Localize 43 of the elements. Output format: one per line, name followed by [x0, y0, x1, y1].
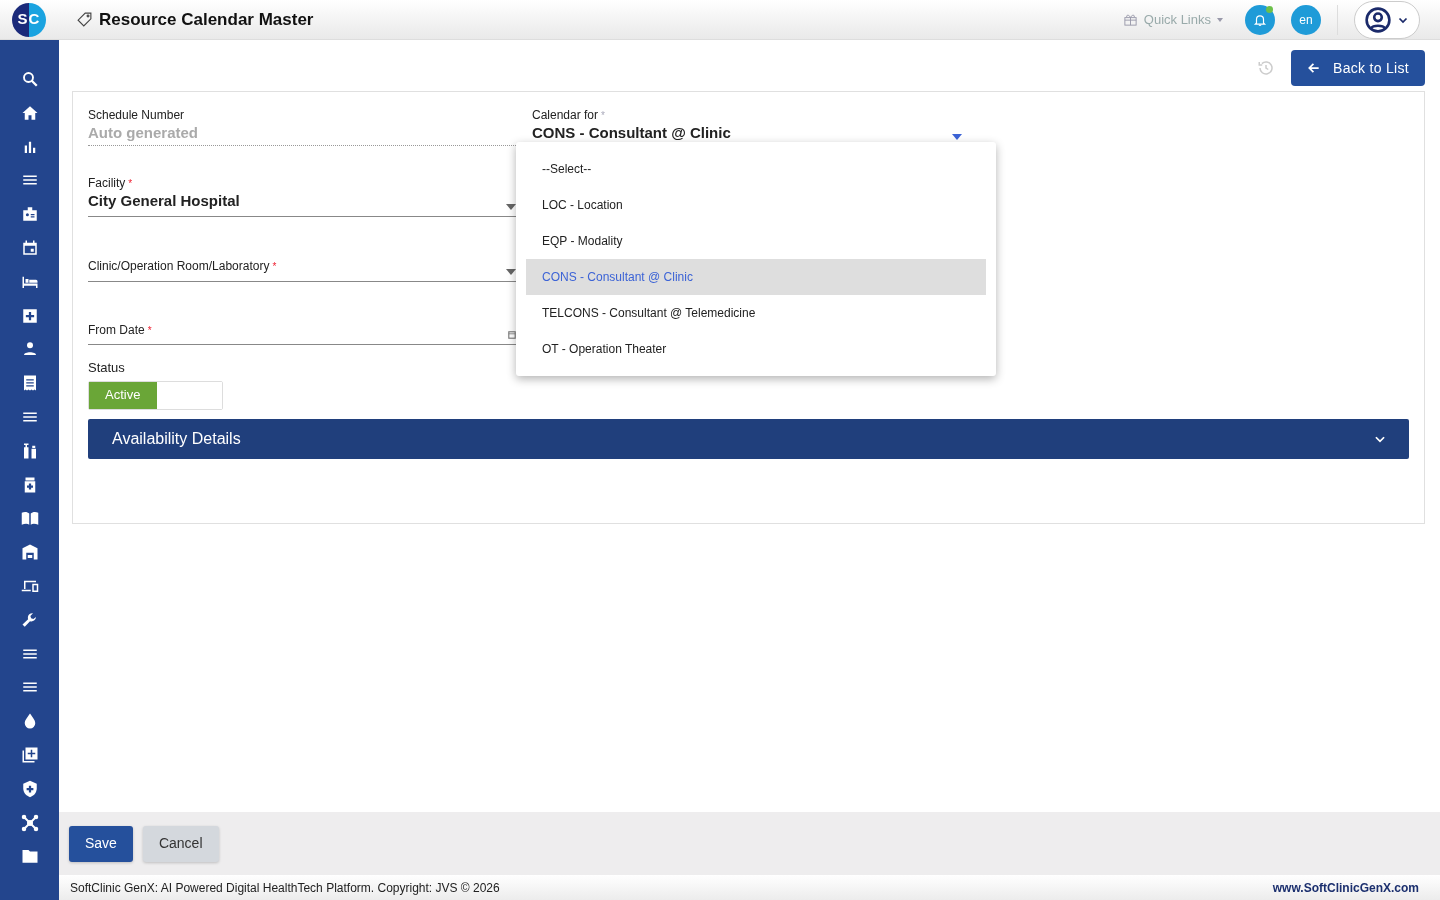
tag-icon [76, 11, 93, 28]
add-stack-icon[interactable] [20, 745, 39, 764]
garage-icon[interactable] [20, 543, 39, 562]
save-button[interactable]: Save [69, 825, 133, 862]
dropdown-option[interactable]: CONS - Consultant @ Clinic [526, 259, 986, 295]
date-field[interactable]: From Date * [88, 321, 516, 345]
notification-button[interactable] [1245, 4, 1275, 35]
user-avatar-icon [1365, 6, 1391, 33]
field-value: CONS - Consultant @ Clinic [532, 124, 731, 142]
id-badge-icon[interactable] [20, 205, 39, 224]
arrow-left-icon [1307, 61, 1322, 75]
user-menu-button[interactable] [1354, 0, 1420, 39]
medical-cross-icon[interactable] [20, 306, 39, 325]
page-title: Resource Calendar Master [99, 8, 314, 31]
field-label: Status [88, 359, 125, 377]
dropdown-arrow-icon [506, 204, 516, 210]
caret-icon [1217, 17, 1223, 22]
dropdown-arrow-icon [506, 269, 516, 275]
dropdown-option[interactable]: TELCONS - Consultant @ Telemedicine [526, 295, 986, 331]
folder-icon[interactable] [20, 847, 39, 866]
back-button[interactable]: Back to List [1291, 50, 1425, 86]
cancel-button[interactable]: Cancel [142, 825, 219, 862]
shield-icon[interactable] [20, 779, 39, 798]
field-label: Schedule Number [88, 107, 186, 124]
wrench-icon[interactable] [20, 610, 39, 629]
dropdown-option[interactable]: EQP - Modality [526, 223, 986, 259]
facility-select[interactable]: City General Hospital [88, 192, 516, 217]
logo: SC [12, 2, 46, 37]
calendar-icon[interactable] [20, 239, 39, 257]
copyright-text: SoftClinic GenX: AI Powered Digital HealthTech Platform. Copyright: JVS © 2026 [70, 879, 500, 897]
gift-icon [1122, 12, 1138, 27]
hub-icon[interactable] [20, 813, 39, 832]
bell-icon [1253, 12, 1267, 27]
search-icon[interactable] [20, 70, 39, 88]
dropdown-option[interactable]: --Select-- [526, 151, 986, 187]
dropdown-option[interactable]: LOC - Location [526, 187, 986, 223]
field-label: Calendar for * [532, 107, 606, 124]
website-link[interactable]: www.SoftClinicGenX.com [1272, 878, 1419, 897]
field-label: Facility * [88, 175, 134, 192]
dropdown-option[interactable]: OT - Operation Theater [526, 331, 986, 367]
clinic-select[interactable]: Clinic/Operation Room/Laboratory * [88, 257, 516, 282]
dropdown-arrow-icon[interactable] [952, 134, 962, 140]
section-header[interactable]: Availability Details [88, 418, 1409, 459]
